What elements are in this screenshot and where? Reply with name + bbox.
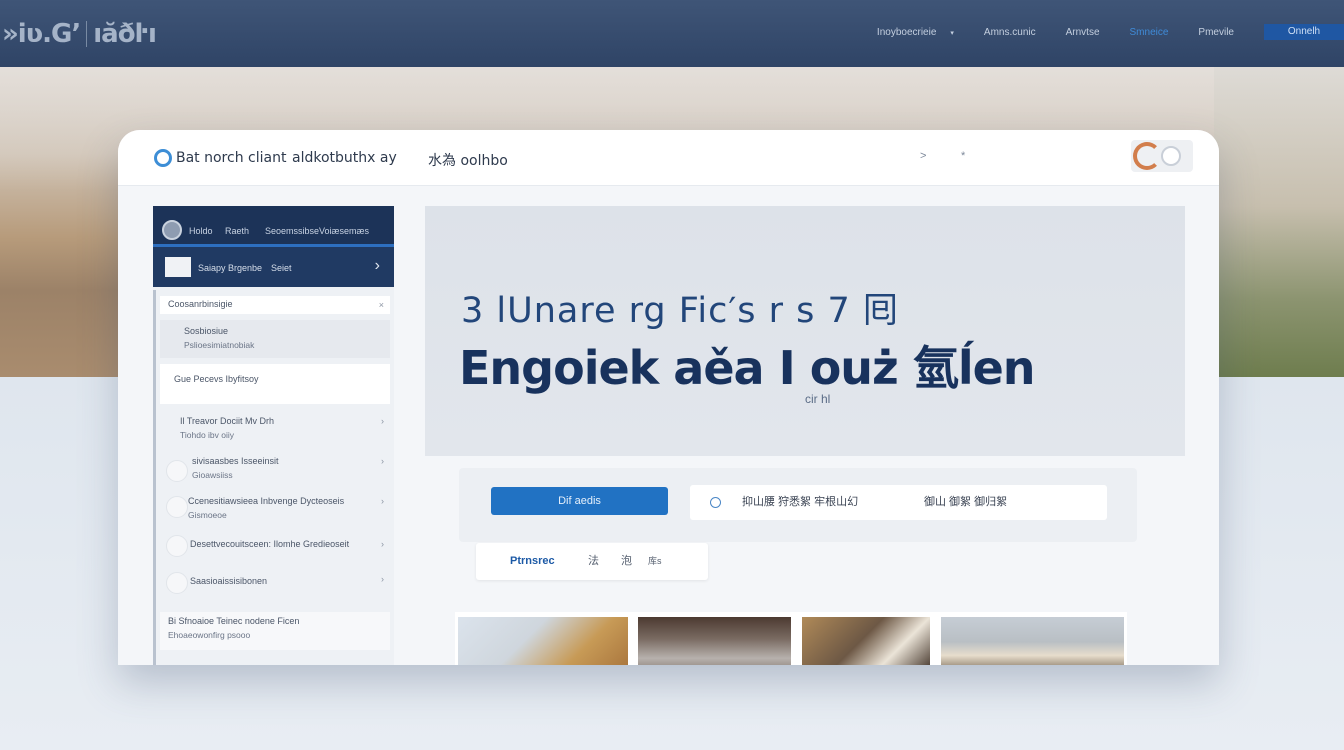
app-icon	[154, 149, 172, 167]
gallery-photo[interactable]	[458, 617, 628, 665]
star-icon[interactable]: *	[961, 150, 965, 162]
list-item-sublabel: Ehoaeowonfirg psooo	[168, 630, 251, 640]
panel-header: Holdo Raeth Seoemssibse Voiæsemæs	[153, 206, 394, 247]
sub-label-2: Brgenbe	[228, 263, 263, 273]
hero-heading: Engoiek aěa I ouż 氫ĺen	[459, 341, 1036, 395]
panel-tab-2[interactable]: Raeth	[225, 226, 249, 236]
avatar[interactable]	[162, 220, 182, 240]
search-input-text: 抑山腰 狩悉絮 牢根山幻	[742, 496, 859, 508]
nav-item-1[interactable]: Inoyboecrieie ▾	[877, 27, 954, 38]
chevron-right-icon: ›	[381, 496, 384, 506]
list-item-label: Bi Sfnoaioe Teinec nodene Ficen	[168, 616, 300, 626]
logo-wordmark: ıăðŀı	[93, 19, 157, 49]
list-item-sublabel: Pslioesimiatnobiak	[184, 340, 255, 350]
list-item-label: Sosbiosiue	[184, 326, 229, 336]
list-item-label: Gue Pecevs Ibyfitsoy	[174, 374, 259, 384]
left-panel: Holdo Raeth Seoemssibse Voiæsemæs Saiapy…	[153, 206, 394, 665]
list-item-label: sivisaasbes Isseeinsit	[192, 456, 279, 466]
list-item[interactable]: Desettvecouitsceen: Ilomhe Gredieoseit ›	[160, 535, 390, 561]
list-item-label: Desettvecouitsceen: Ilomhe Gredieoseit	[190, 539, 350, 549]
filter-option-1[interactable]: 法	[588, 543, 599, 580]
list-item[interactable]: Sosbiosiue Pslioesimiatnobiak	[160, 320, 390, 358]
list-item-label: Il Treavor Dociit Mv Drh	[180, 416, 275, 426]
chevron-right-icon: ›	[374, 257, 380, 274]
gallery-photo[interactable]	[638, 617, 791, 665]
filter-box[interactable]: Ptrnsrec 法 泡 库s	[476, 543, 708, 580]
top-navigation: »iʋ.Gʼ ıăðŀı Inoyboecrieie ▾ Amns.cunic A…	[0, 0, 1344, 67]
search-input[interactable]: 抑山腰 狩悉絮 牢根山幻 御山 御絮 御归絮	[690, 485, 1107, 520]
thumbnail	[165, 257, 191, 277]
search-input-text-2: 御山 御絮 御归絮	[924, 496, 1008, 508]
avatar-dot-icon	[1161, 146, 1181, 166]
browser-toolbar: Bat norch cliant aldkotbuthx ay 水為 oolhb…	[118, 130, 1219, 186]
item-icon	[166, 572, 188, 594]
forward-icon[interactable]: >	[920, 150, 926, 162]
list-item[interactable]: Il Treavor Dociit Mv Drh Tiohdo ibv oiiy…	[160, 412, 390, 448]
sub-label-3: Seiet	[271, 263, 292, 273]
nav-item-4[interactable]: Smneice	[1130, 27, 1169, 38]
cta-button[interactable]: Onnelh	[1264, 24, 1344, 40]
chevron-right-icon: ›	[381, 574, 384, 584]
list-item-label: Saasioaissisibonen	[190, 576, 268, 586]
panel-tab-3[interactable]: Seoemssibse	[265, 226, 319, 236]
list-item[interactable]: Bi Sfnoaioe Teinec nodene Ficen Ehoaeowo…	[160, 612, 390, 650]
nav-item-5[interactable]: Pmevile	[1198, 27, 1234, 38]
hero-card: 3 lUnare rg Fic′s r s 7 囘 Engoiek aěa I …	[425, 206, 1185, 456]
list-item-sublabel: Gismoeoe	[188, 510, 227, 520]
item-icon	[166, 496, 188, 518]
logo-divider	[86, 21, 88, 47]
user-avatar[interactable]	[1131, 140, 1193, 172]
browser-mockup: Bat norch cliant aldkotbuthx ay 水為 oolhb…	[118, 130, 1219, 665]
browser-tab-1[interactable]: aldkotbuthx ay	[292, 150, 397, 166]
search-bar: Dif aedis 抑山腰 狩悉絮 牢根山幻 御山 御絮 御归絮	[459, 468, 1137, 542]
nav-item-1-label: Inoyboecrieie	[876, 26, 937, 38]
chevron-right-icon: ›	[381, 539, 384, 549]
chevron-right-icon: ›	[381, 416, 384, 426]
list-item[interactable]: Coosanrbinsigie ×	[160, 296, 390, 314]
avatar-ring-icon	[1133, 142, 1161, 170]
hero-subheading: 3 lUnare rg Fic′s r s 7 囘	[461, 291, 899, 331]
nav-item-2[interactable]: Amns.cunic	[984, 27, 1036, 38]
site-logo[interactable]: »iʋ.Gʼ ıăðŀı	[2, 14, 157, 54]
close-icon[interactable]: ×	[379, 300, 384, 310]
filter-option-3[interactable]: 库s	[648, 543, 662, 580]
gallery-photo[interactable]	[802, 617, 930, 665]
nav-item-3[interactable]: Arnvtse	[1066, 27, 1100, 38]
list-item[interactable]: Saasioaissisibonen ›	[160, 570, 390, 598]
list-item-label: Ccenesitiawsieea Inbvenge Dycteoseis	[188, 496, 345, 506]
search-button[interactable]: Dif aedis	[491, 487, 668, 515]
logo-mark: »iʋ.Gʼ	[2, 19, 81, 49]
list-item[interactable]: Ccenesitiawsieea Inbvenge Dycteoseis Gis…	[160, 492, 390, 528]
list-item[interactable]: Gue Pecevs Ibyfitsoy	[160, 364, 390, 404]
image-gallery	[455, 612, 1127, 665]
item-icon	[166, 535, 188, 557]
item-icon	[166, 460, 188, 482]
chevron-right-icon: ›	[381, 456, 384, 466]
browser-title: Bat norch cliant	[176, 150, 287, 166]
browser-tab-2[interactable]: 水為 oolhbo	[428, 150, 508, 170]
panel-list: Coosanrbinsigie × Sosbiosiue Pslioesimia…	[153, 290, 394, 665]
list-item[interactable]: sivisaasbes Isseeinsit Gioawsiiss ›	[160, 452, 390, 488]
main-nav: Inoyboecrieie ▾ Amns.cunic Arnvtse Smneic…	[877, 24, 1344, 40]
list-item-sublabel: Tiohdo ibv oiiy	[180, 430, 235, 440]
filter-label: Ptrnsrec	[510, 555, 555, 567]
panel-tab-1[interactable]: Holdo	[189, 226, 213, 236]
search-icon	[710, 497, 721, 508]
list-item-sublabel: Gioawsiiss	[192, 470, 233, 480]
gallery-photo[interactable]	[941, 617, 1124, 665]
list-item-label: Coosanrbinsigie	[168, 299, 233, 309]
panel-tab-4[interactable]: Voiæsemæs	[319, 226, 369, 236]
hero-background-right	[1214, 67, 1344, 377]
sub-label-1: Saiapy	[198, 263, 226, 273]
chevron-down-icon: ▾	[950, 29, 954, 37]
panel-subheader[interactable]: Saiapy Brgenbe Seiet ›	[153, 247, 394, 287]
hero-caption: cir hl	[805, 392, 831, 406]
filter-option-2[interactable]: 泡	[621, 543, 632, 580]
